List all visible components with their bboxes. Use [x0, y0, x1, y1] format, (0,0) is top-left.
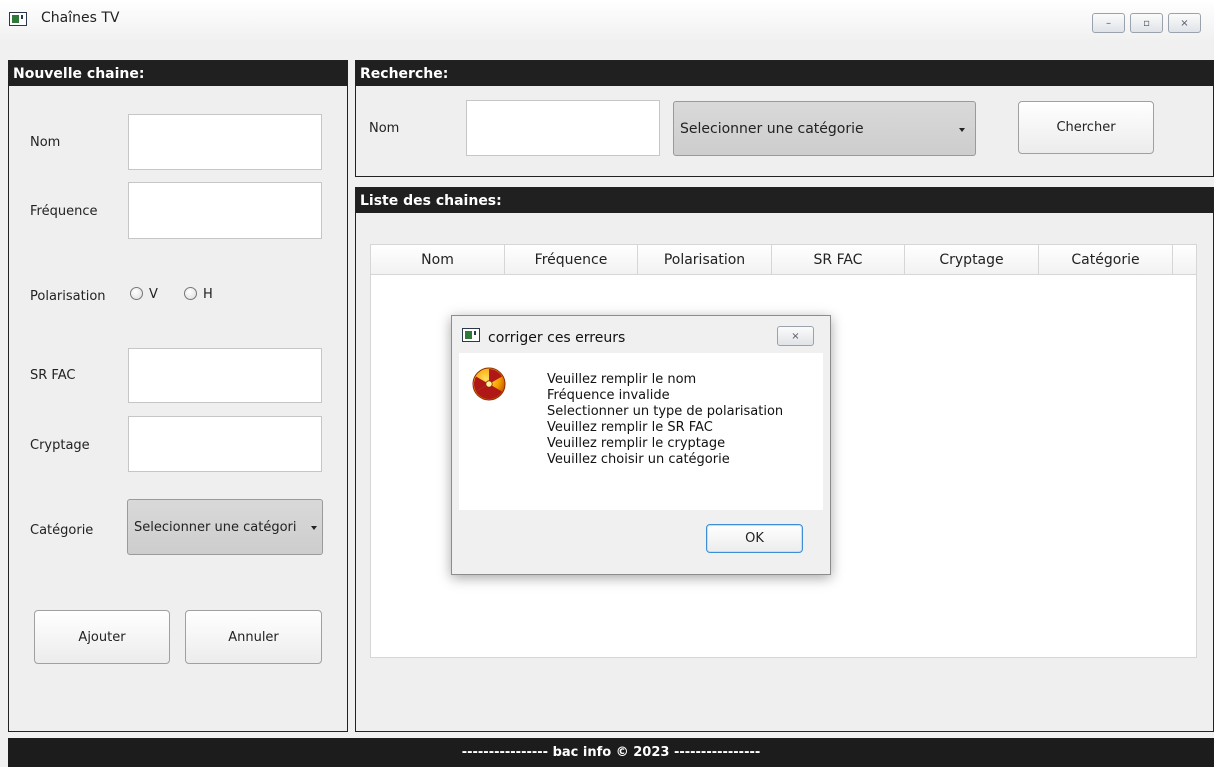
error-messages: Veuillez remplir le nom Fréquence invali… [547, 372, 783, 468]
radio-v-label: V [149, 287, 158, 302]
nom-field[interactable] [128, 114, 322, 170]
close-window-button[interactable]: × [1168, 13, 1201, 33]
categorie-label: Catégorie [30, 523, 94, 538]
search-nom-field[interactable] [466, 100, 660, 156]
error-message: Selectionner un type de polarisation [547, 404, 784, 419]
error-message: Fréquence invalide [547, 388, 670, 403]
polarisation-label: Polarisation [30, 289, 106, 304]
column-header-cryptage[interactable]: Cryptage [905, 245, 1039, 275]
error-message: Veuillez choisir un catégorie [547, 452, 730, 467]
error-radiation-icon [472, 367, 506, 401]
column-header-srfac[interactable]: SR FAC [772, 245, 905, 275]
error-dialog: corriger ces erreurs × Veuillez remplir … [451, 315, 831, 575]
search-nom-label: Nom [369, 121, 400, 136]
table-header-row: Nom Fréquence Polarisation SR FAC Crypta… [371, 245, 1196, 275]
chercher-button[interactable]: Chercher [1018, 101, 1154, 154]
dialog-close-button[interactable]: × [777, 326, 814, 346]
ajouter-button[interactable]: Ajouter [34, 610, 170, 664]
new-channel-panel: Nouvelle chaine: Nom Fréquence Polarisat… [8, 60, 348, 732]
radio-v[interactable] [130, 287, 143, 300]
search-panel: Recherche: Nom Selecionner une catégorie… [355, 60, 1214, 177]
footer: ---------------- bac info © 2023 -------… [8, 738, 1214, 767]
radio-h[interactable] [184, 287, 197, 300]
minimize-button[interactable]: – [1092, 13, 1125, 33]
chevron-down-icon [959, 128, 965, 132]
column-header-categorie[interactable]: Catégorie [1039, 245, 1173, 275]
categorie-dropdown[interactable]: Selecionner une catégori [127, 499, 323, 555]
channel-list-header: Liste des chaines: [356, 188, 1213, 213]
frequence-field[interactable] [128, 182, 322, 239]
search-categorie-value: Selecionner une catégorie [680, 120, 864, 137]
error-message: Veuillez remplir le SR FAC [547, 420, 713, 435]
categorie-dropdown-value: Selecionner une catégori [134, 519, 297, 535]
dialog-body: Veuillez remplir le nom Fréquence invali… [459, 353, 823, 510]
dialog-title: corriger ces erreurs [488, 330, 626, 346]
ok-button[interactable]: OK [706, 524, 803, 553]
annuler-button[interactable]: Annuler [185, 610, 322, 664]
column-header-frequence[interactable]: Fréquence [505, 245, 638, 275]
dialog-app-icon [462, 328, 480, 342]
window-titlebar: Chaînes TV – ▫ × [0, 0, 1214, 40]
cryptage-label: Cryptage [30, 438, 90, 453]
window-title: Chaînes TV [41, 10, 120, 26]
column-header-polarisation[interactable]: Polarisation [638, 245, 772, 275]
column-header-nom[interactable]: Nom [371, 245, 505, 275]
app-icon [9, 12, 27, 26]
new-channel-header: Nouvelle chaine: [9, 61, 347, 86]
srfac-label: SR FAC [30, 368, 76, 383]
error-message: Veuillez remplir le cryptage [547, 436, 726, 451]
radio-h-label: H [203, 287, 213, 302]
search-categorie-dropdown[interactable]: Selecionner une catégorie [673, 101, 976, 156]
search-header: Recherche: [356, 61, 1213, 86]
srfac-field[interactable] [128, 348, 322, 403]
error-message: Veuillez remplir le nom [547, 372, 697, 387]
cryptage-field[interactable] [128, 416, 322, 472]
frequence-label: Fréquence [30, 204, 98, 219]
nom-label: Nom [30, 135, 61, 150]
chevron-down-icon [311, 526, 317, 530]
maximize-button[interactable]: ▫ [1130, 13, 1163, 33]
